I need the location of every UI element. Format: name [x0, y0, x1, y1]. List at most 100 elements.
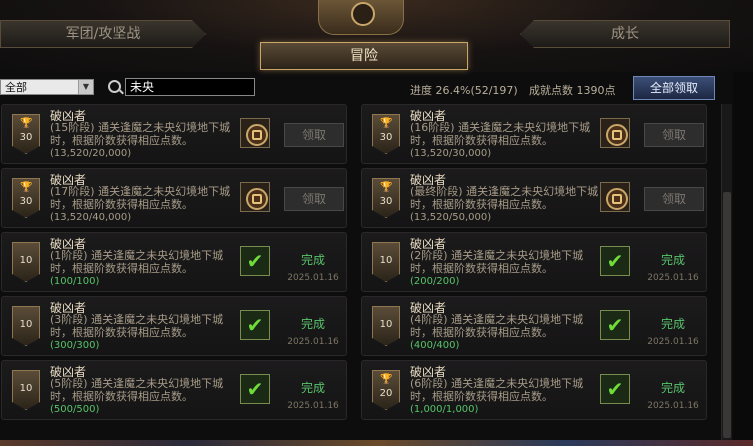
chevron-down-icon[interactable]: ▼ [78, 80, 93, 94]
achievement-description: (5阶段) 通关逢魔之未央幻境地下城时，根据阶数获得相应点数。 [50, 377, 224, 403]
claim-all-button[interactable]: 全部领取 [633, 76, 715, 100]
tab-legion-siege[interactable]: 军团/攻坚战 [0, 20, 206, 48]
taskbar-strip [0, 440, 753, 446]
trophy-icon: 🏆 [20, 118, 33, 129]
achievement-card: 10 破凶者 (5阶段) 通关逢魔之未央幻境地下城时，根据阶数获得相应点数。 (500… [1, 360, 347, 420]
search-input[interactable]: 未央 [125, 78, 255, 96]
status-complete: 完成 [660, 253, 685, 267]
status-complete: 完成 [300, 317, 325, 331]
achievement-card: 10 破凶者 (1阶段) 通关逢魔之未央幻境地下城时，根据阶数获得相应点数。 (100… [1, 232, 347, 292]
points-badge: 10 [12, 370, 40, 410]
points-badge: 🏆 30 [372, 114, 400, 154]
points-badge: 🏆 20 [372, 370, 400, 410]
scrollbar[interactable] [721, 104, 732, 444]
achievement-list: 🏆 30 破凶者 (15阶段) 通关逢魔之未央幻境地下城时，根据阶数获得相应点数。 (1… [0, 104, 720, 444]
points-badge: 10 [372, 242, 400, 282]
achievement-description: (17阶段) 通关逢魔之未央幻境地下城时，根据阶数获得相应点数。 [50, 185, 231, 211]
claim-button[interactable]: 领取 [284, 187, 344, 211]
achievement-progress: (400/400) [410, 340, 460, 351]
progress-text: 进度 26.4%(52/197) [410, 84, 518, 97]
points-value: 10 [19, 319, 33, 330]
claim-button[interactable]: 领取 [644, 123, 704, 147]
compass-emblem-icon [318, 0, 404, 35]
achievement-description: (6阶段) 通关逢魔之未央幻境地下城时，根据阶数获得相应点数。 [410, 377, 584, 403]
status-complete: 完成 [300, 381, 325, 395]
completed-check-icon: ✔ [240, 310, 270, 340]
points-value: 30 [19, 132, 33, 143]
tab-growth[interactable]: 成长 [520, 20, 730, 48]
achievement-points-text: 成就点数 1390点 [529, 84, 616, 97]
claim-button[interactable]: 领取 [644, 187, 704, 211]
achievement-card: 🏆 30 破凶者 (17阶段) 通关逢魔之未央幻境地下城时，根据阶数获得相应点数。 (1… [1, 168, 347, 228]
reward-box-icon[interactable] [240, 182, 270, 212]
window-edge [733, 72, 753, 440]
achievement-description: (2阶段) 通关逢魔之未央幻境地下城时，根据阶数获得相应点数。 [410, 249, 584, 275]
points-badge: 10 [12, 242, 40, 282]
achievement-card: 🏆 30 破凶者 (15阶段) 通关逢魔之未央幻境地下城时，根据阶数获得相应点数。 (1… [1, 104, 347, 164]
completed-check-icon: ✔ [240, 374, 270, 404]
achievement-description: (15阶段) 通关逢魔之未央幻境地下城时，根据阶数获得相应点数。 [50, 121, 231, 147]
filter-bar: 全部 ▼ 未央 进度 26.4%(52/197) 成就点数 1390点 全部领取 [0, 76, 753, 100]
points-value: 30 [379, 196, 393, 207]
scrollbar-thumb[interactable] [723, 192, 731, 438]
achievement-progress: (1,000/1,000) [410, 404, 479, 415]
points-badge: 🏆 30 [372, 178, 400, 218]
points-badge: 🏆 30 [12, 178, 40, 218]
achievement-description: (4阶段) 通关逢魔之未央幻境地下城时，根据阶数获得相应点数。 [410, 313, 584, 339]
trophy-icon: 🏆 [380, 118, 393, 129]
points-value: 10 [379, 255, 393, 266]
points-value: 30 [19, 196, 33, 207]
achievement-progress: (13,520/40,000) [50, 212, 132, 223]
completion-date: 2025.01.16 [647, 273, 699, 283]
achievement-card: 10 破凶者 (3阶段) 通关逢魔之未央幻境地下城时，根据阶数获得相应点数。 (300… [1, 296, 347, 356]
achievement-card: 🏆 30 破凶者 (16阶段) 通关逢魔之未央幻境地下城时，根据阶数获得相应点数。 (1… [361, 104, 707, 164]
achievement-description: (最终阶段) 通关逢魔之未央幻境地下城时，根据阶数获得相应点数。 [410, 185, 599, 211]
achievement-progress: (13,520/20,000) [50, 148, 132, 159]
search-icon [108, 80, 121, 93]
points-badge: 🏆 30 [12, 114, 40, 154]
completed-check-icon: ✔ [600, 310, 630, 340]
trophy-icon: 🏆 [380, 182, 393, 193]
achievement-card: 10 破凶者 (2阶段) 通关逢魔之未央幻境地下城时，根据阶数获得相应点数。 (200… [361, 232, 707, 292]
points-badge: 10 [372, 306, 400, 346]
status-complete: 完成 [300, 253, 325, 267]
category-select[interactable]: 全部 ▼ [0, 79, 94, 95]
completion-date: 2025.01.16 [287, 401, 339, 411]
claim-button[interactable]: 领取 [284, 123, 344, 147]
achievement-progress: (13,520/50,000) [410, 212, 492, 223]
completion-date: 2025.01.16 [287, 273, 339, 283]
achievement-description: (16阶段) 通关逢魔之未央幻境地下城时，根据阶数获得相应点数。 [410, 121, 591, 147]
top-header: 军团/攻坚战 成长 冒险 [0, 0, 753, 72]
achievement-card: 10 破凶者 (4阶段) 通关逢魔之未央幻境地下城时，根据阶数获得相应点数。 (400… [361, 296, 707, 356]
achievement-progress: (300/300) [50, 340, 100, 351]
achievement-progress: (200/200) [410, 276, 460, 287]
achievement-progress: (13,520/30,000) [410, 148, 492, 159]
completed-check-icon: ✔ [240, 246, 270, 276]
achievement-description: (3阶段) 通关逢魔之未央幻境地下城时，根据阶数获得相应点数。 [50, 313, 224, 339]
points-value: 10 [19, 383, 33, 394]
completed-check-icon: ✔ [600, 246, 630, 276]
trophy-icon: 🏆 [380, 374, 393, 385]
achievement-progress: (100/100) [50, 276, 100, 287]
points-value: 10 [19, 255, 33, 266]
status-complete: 完成 [660, 317, 685, 331]
achievement-card: 🏆 30 破凶者 (最终阶段) 通关逢魔之未央幻境地下城时，根据阶数获得相应点数。 (1… [361, 168, 707, 228]
completion-date: 2025.01.16 [647, 401, 699, 411]
category-select-value: 全部 [5, 81, 27, 94]
reward-box-icon[interactable] [240, 118, 270, 148]
points-value: 30 [379, 132, 393, 143]
achievement-description: (1阶段) 通关逢魔之未央幻境地下城时，根据阶数获得相应点数。 [50, 249, 224, 275]
achievement-card: 🏆 20 破凶者 (6阶段) 通关逢魔之未央幻境地下城时，根据阶数获得相应点数。 (1,… [361, 360, 707, 420]
reward-box-icon[interactable] [600, 182, 630, 212]
completion-date: 2025.01.16 [647, 337, 699, 347]
status-complete: 完成 [660, 381, 685, 395]
reward-box-icon[interactable] [600, 118, 630, 148]
completion-date: 2025.01.16 [287, 337, 339, 347]
tab-adventure[interactable]: 冒险 [260, 42, 468, 70]
trophy-icon: 🏆 [20, 182, 33, 193]
points-value: 20 [379, 388, 393, 399]
points-badge: 10 [12, 306, 40, 346]
points-value: 10 [379, 319, 393, 330]
achievement-progress: (500/500) [50, 404, 100, 415]
completed-check-icon: ✔ [600, 374, 630, 404]
